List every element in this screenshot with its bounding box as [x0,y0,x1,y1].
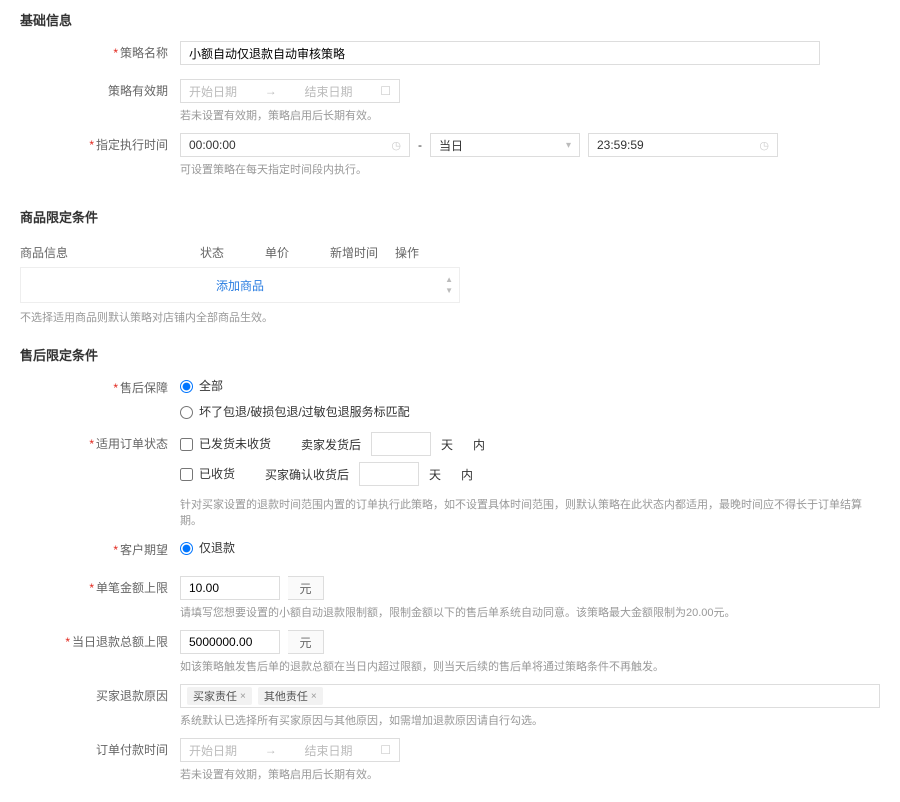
order-status-hint: 针对买家设置的退款时间范围内置的订单执行此策略，如不设置具体时间范围，则默认策略… [180,496,880,528]
exec-start-time[interactable]: 00:00:00 ◷ [180,133,410,157]
pay-time-hint: 若未设置有效期，策略启用后长期有效。 [180,766,880,782]
exec-day-select[interactable]: 当日 ▾ [430,133,580,157]
unit-yuan: 元 [288,630,324,654]
row-pay-time: 订单付款时间 开始日期 → 结束日期 ☐ 若未设置有效期，策略启用后长期有效。 [20,738,880,782]
arrow-right-icon: → [265,743,277,757]
section-product: 商品限定条件 商品信息 状态 单价 新增时间 操作 添加商品 ▲ ▼ 不选择适用… [0,197,900,335]
product-hint: 不选择适用商品则默认策略对店铺内全部商品生效。 [20,309,880,325]
row-order-status: *适用订单状态 已发货未收货 卖家发货后 天 内 已收货 买家确认收货后 天 内… [20,432,880,528]
section-title-basic: 基础信息 [20,10,880,29]
clock-icon: ◷ [391,139,401,152]
spin-controls: ▲ ▼ [445,275,453,295]
label-pay-time: 订单付款时间 [20,738,180,762]
label-strategy-name: *策略名称 [20,41,180,65]
col-info: 商品信息 [20,244,200,261]
row-single-amount: *单笔金额上限 元 请填写您想要设置的小额自动退款限制额，限制金额以下的售后单系… [20,576,880,620]
label-single-amount: *单笔金额上限 [20,576,180,600]
row-validity: 策略有效期 开始日期 → 结束日期 ☐ 若未设置有效期，策略启用后长期有效。 [20,79,880,123]
arrow-right-icon: → [265,84,277,98]
single-amount-input[interactable] [180,576,280,600]
row-guarantee: *售后保障 全部 坏了包退/破损包退/过敏包退服务标匹配 [20,376,880,422]
label-customer-expect: *客户期望 [20,538,180,562]
refund-reason-select[interactable]: 买家责任× 其他责任× [180,684,880,708]
product-table: 商品信息 状态 单价 新增时间 操作 添加商品 ▲ ▼ [20,238,460,303]
validity-start-placeholder: 开始日期 [189,83,237,100]
col-time: 新增时间 [330,244,395,261]
calendar-icon: ☐ [380,743,391,757]
daily-total-hint: 如该策略触发售后单的退款总额在当日内超过限额，则当天后续的售后单将通过策略条件不… [180,658,880,674]
col-op: 操作 [395,244,460,261]
received-days-input[interactable] [359,462,419,486]
calendar-icon: ☐ [380,84,391,98]
row-strategy-name: *策略名称 [20,41,880,69]
label-exec-time: *指定执行时间 [20,133,180,157]
chevron-down-icon: ▾ [566,140,571,151]
row-daily-total: *当日退款总额上限 元 如该策略触发售后单的退款总额在当日内超过限额，则当天后续… [20,630,880,674]
strategy-name-input[interactable] [180,41,820,65]
label-refund-reason: 买家退款原因 [20,684,180,708]
exec-end-time[interactable]: 23:59:59 ◷ [588,133,778,157]
label-validity: 策略有效期 [20,79,180,103]
caret-up-icon[interactable]: ▲ [445,275,453,284]
product-table-head: 商品信息 状态 单价 新增时间 操作 [20,238,460,267]
shipped-days-input[interactable] [371,432,431,456]
col-price: 单价 [265,244,330,261]
validity-hint: 若未设置有效期，策略启用后长期有效。 [180,107,880,123]
label-order-status: *适用订单状态 [20,432,180,456]
product-table-body: 添加商品 ▲ ▼ [20,267,460,303]
section-after-sale: 售后限定条件 *售后保障 全部 坏了包退/破损包退/过敏包退服务标匹配 *适用订… [0,335,900,802]
tag-reason-1: 其他责任× [258,687,323,705]
radio-guarantee-all[interactable]: 全部 [180,376,880,396]
pay-end-placeholder: 结束日期 [304,742,352,759]
exec-time-hint: 可设置策略在每天指定时间段内执行。 [180,161,880,177]
row-refund-reason: 买家退款原因 买家责任× 其他责任× 系统默认已选择所有买家原因与其他原因，如需… [20,684,880,728]
single-amount-hint: 请填写您想要设置的小额自动退款限制额，限制金额以下的售后单系统自动同意。该策略最… [180,604,880,620]
pay-start-placeholder: 开始日期 [189,742,237,759]
row-customer-expect: *客户期望 仅退款 [20,538,880,566]
section-title-after-sale: 售后限定条件 [20,345,880,364]
daily-total-input[interactable] [180,630,280,654]
pay-time-date-range[interactable]: 开始日期 → 结束日期 ☐ [180,738,400,762]
radio-refund-only[interactable]: 仅退款 [180,538,880,558]
validity-date-range[interactable]: 开始日期 → 结束日期 ☐ [180,79,400,103]
chk-shipped[interactable]: 已发货未收货 [180,434,271,454]
caret-down-icon[interactable]: ▼ [445,286,453,295]
chk-received[interactable]: 已收货 [180,464,235,484]
tag-reason-0: 买家责任× [187,687,252,705]
col-status: 状态 [200,244,265,261]
add-product-link[interactable]: 添加商品 [216,277,264,294]
validity-end-placeholder: 结束日期 [304,83,352,100]
unit-yuan: 元 [288,576,324,600]
label-guarantee: *售后保障 [20,376,180,400]
section-title-product: 商品限定条件 [20,207,880,226]
refund-reason-hint: 系统默认已选择所有买家原因与其他原因，如需增加退款原因请自行勾选。 [180,712,880,728]
close-icon[interactable]: × [240,691,246,702]
section-basic: 基础信息 *策略名称 策略有效期 开始日期 → 结束日期 ☐ 若未设置有效期，策… [0,0,900,197]
close-icon[interactable]: × [311,691,317,702]
row-exec-time: *指定执行时间 00:00:00 ◷ - 当日 ▾ 23:59:59 ◷ 可设置… [20,133,880,177]
radio-guarantee-match[interactable]: 坏了包退/破损包退/过敏包退服务标匹配 [180,402,880,422]
label-daily-total: *当日退款总额上限 [20,630,180,654]
clock-icon: ◷ [759,139,769,152]
